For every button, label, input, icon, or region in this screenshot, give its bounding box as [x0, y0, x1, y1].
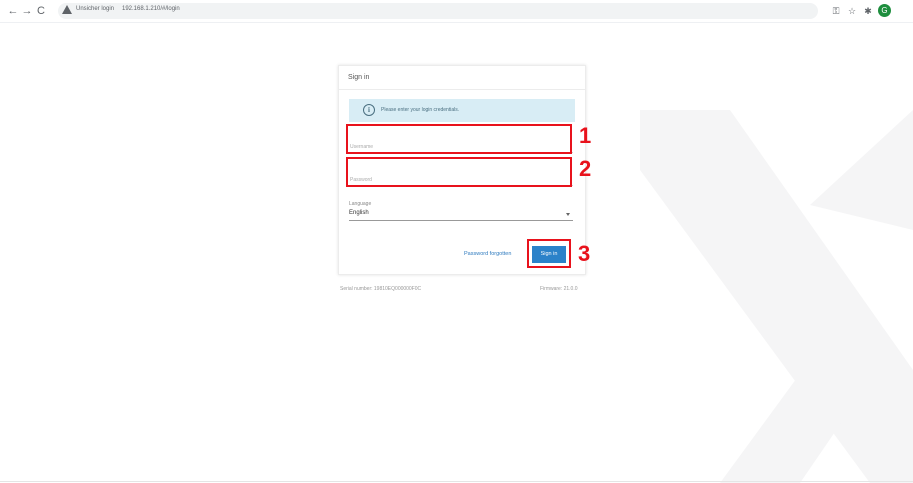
browser-toolbar: ← → C Unsicher login 192.168.1.210/#/log… — [0, 0, 913, 23]
insecure-label[interactable]: Unsicher login — [76, 6, 114, 12]
info-icon: i — [363, 104, 375, 116]
step-number-1: 1 — [579, 123, 592, 148]
warning-icon[interactable] — [62, 5, 72, 14]
puzzle-icon[interactable]: ✱ — [862, 5, 874, 17]
url-text[interactable]: 192.168.1.210/#/login — [122, 6, 180, 12]
divider — [339, 89, 585, 90]
language-value: English — [349, 210, 369, 216]
avatar[interactable]: G — [878, 4, 891, 17]
firmware-version: Firmware: 21.0.0 — [540, 286, 578, 292]
serial-number: Serial number: 19810EQ000000F0C — [340, 286, 422, 292]
background-logo — [640, 110, 913, 483]
forward-icon[interactable]: → — [20, 4, 34, 18]
highlight-sign-in — [527, 239, 571, 268]
star-icon[interactable]: ☆ — [846, 5, 858, 17]
reload-icon[interactable]: C — [34, 4, 48, 18]
password-forgotten-link[interactable]: Password forgotten — [464, 251, 511, 257]
card-title: Sign in — [348, 74, 370, 81]
back-icon[interactable]: ← — [6, 4, 20, 18]
language-select[interactable]: English — [349, 208, 573, 221]
language-label: Language — [349, 201, 372, 207]
key-icon[interactable]: ⚿ — [830, 5, 842, 17]
info-text: Please enter your login credentials. — [381, 107, 460, 113]
highlight-password — [346, 157, 572, 187]
bottom-divider — [0, 481, 913, 482]
chevron-down-icon — [566, 213, 570, 216]
info-banner: i Please enter your login credentials. — [349, 99, 575, 122]
highlight-username — [346, 124, 572, 154]
step-number-2: 2 — [579, 156, 592, 181]
step-number-3: 3 — [578, 241, 591, 266]
